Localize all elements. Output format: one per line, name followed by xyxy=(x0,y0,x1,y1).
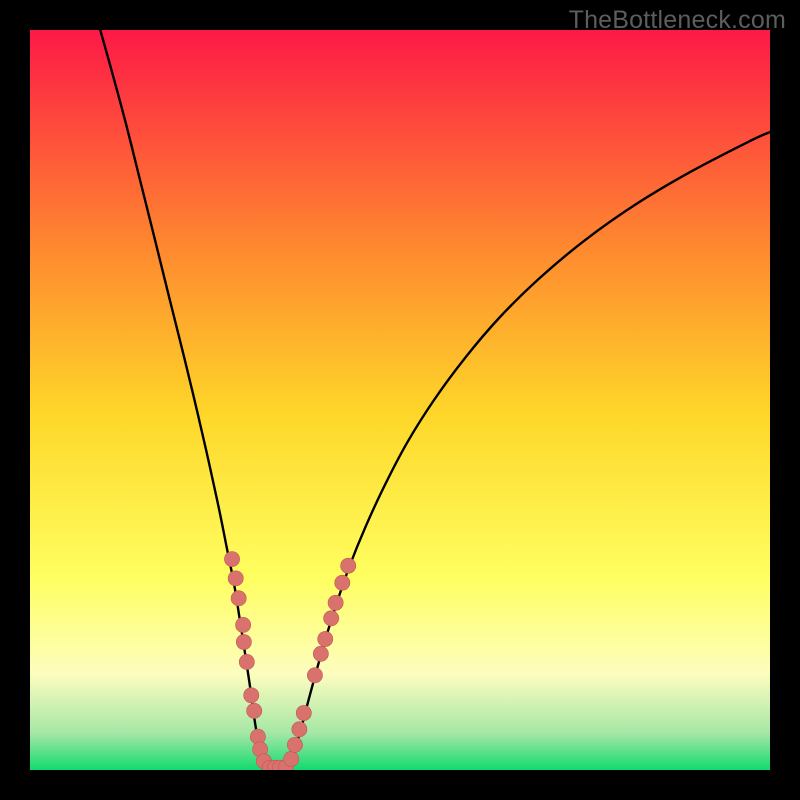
data-marker xyxy=(239,654,254,669)
data-marker xyxy=(228,571,243,586)
data-marker xyxy=(296,705,311,720)
data-marker xyxy=(292,722,307,737)
data-marker xyxy=(287,737,302,752)
data-marker xyxy=(231,591,246,606)
chart-svg xyxy=(30,30,770,770)
data-marker xyxy=(341,558,356,573)
data-marker xyxy=(284,751,299,766)
gradient-background xyxy=(30,30,770,770)
data-marker xyxy=(328,595,343,610)
data-marker xyxy=(236,617,251,632)
data-marker xyxy=(318,631,333,646)
data-marker xyxy=(313,646,328,661)
data-marker xyxy=(324,611,339,626)
data-marker xyxy=(244,688,259,703)
data-marker xyxy=(335,575,350,590)
chart-frame: TheBottleneck.com xyxy=(0,0,800,800)
data-marker xyxy=(236,634,251,649)
plot-area xyxy=(30,30,770,770)
data-marker xyxy=(224,552,239,567)
data-marker xyxy=(307,668,322,683)
data-marker xyxy=(247,703,262,718)
